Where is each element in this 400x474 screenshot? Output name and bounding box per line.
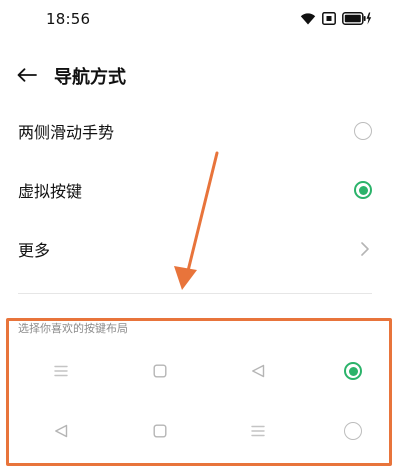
chevron-right-icon bbox=[361, 242, 369, 256]
status-time: 18:56 bbox=[46, 10, 91, 28]
page-title: 导航方式 bbox=[54, 67, 126, 88]
option-gesture-navigation[interactable]: 两侧滑动手势 bbox=[0, 103, 400, 159]
radio-checked[interactable] bbox=[354, 181, 372, 199]
layout-option-back-home-menu[interactable] bbox=[10, 406, 390, 456]
more-label: 更多 bbox=[18, 241, 51, 260]
layout-section-title: 选择你喜欢的按键布局 bbox=[18, 322, 128, 335]
wifi-icon bbox=[300, 10, 316, 29]
header: 导航方式 bbox=[0, 56, 400, 92]
status-icons bbox=[300, 10, 372, 28]
radio-unchecked[interactable] bbox=[354, 122, 372, 140]
back-triangle-icon bbox=[248, 361, 268, 381]
divider bbox=[18, 293, 372, 294]
menu-icon bbox=[248, 421, 268, 441]
home-square-icon bbox=[150, 421, 170, 441]
battery-charging-icon bbox=[342, 10, 372, 29]
layout-option-menu-home-back[interactable] bbox=[10, 346, 390, 396]
nfc-icon bbox=[322, 10, 336, 29]
option-virtual-keys[interactable]: 虚拟按键 bbox=[0, 162, 400, 218]
back-triangle-icon bbox=[51, 421, 71, 441]
radio-checked[interactable] bbox=[344, 362, 362, 380]
radio-unchecked[interactable] bbox=[344, 422, 362, 440]
menu-icon bbox=[51, 361, 71, 381]
back-button[interactable] bbox=[12, 60, 42, 90]
status-bar: 18:56 bbox=[0, 0, 400, 40]
option-label: 虚拟按键 bbox=[18, 182, 83, 201]
option-label: 两侧滑动手势 bbox=[18, 123, 115, 142]
more-row[interactable]: 更多 bbox=[0, 221, 400, 277]
arrow-left-icon bbox=[17, 68, 37, 82]
navigation-settings-page: 18:56 导航方式 两侧滑动手势 虚拟按键 更多 选择你喜欢的按键布局 bbox=[0, 0, 400, 474]
home-square-icon bbox=[150, 361, 170, 381]
